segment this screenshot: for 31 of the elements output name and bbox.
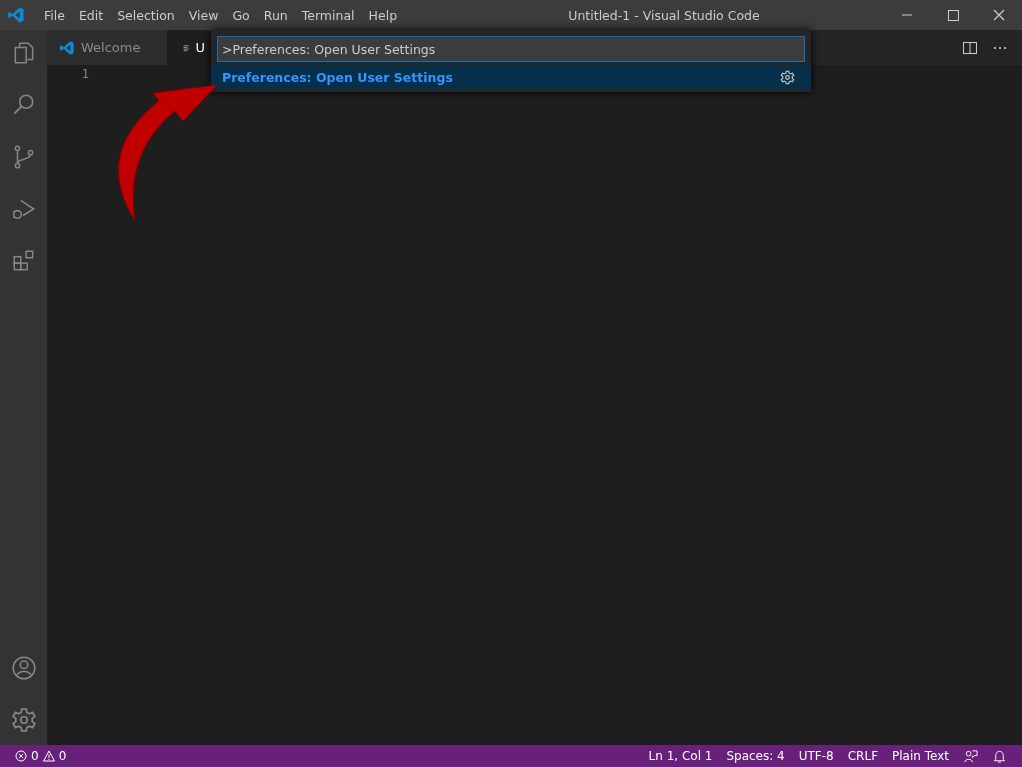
settings-icon[interactable] (780, 69, 795, 85)
status-item[interactable]: UTF-8 (791, 749, 841, 763)
text-file-icon (183, 42, 190, 53)
status-item[interactable]: CRLF (840, 749, 886, 763)
menu-item[interactable]: Run (256, 7, 295, 23)
menu-item[interactable]: Edit (71, 7, 111, 23)
status-item[interactable]: Spaces: 4 (719, 749, 792, 763)
error-icon (15, 750, 27, 762)
warning-icon (42, 750, 55, 762)
app-logo-icon (59, 39, 75, 56)
window-title: Untitled-1 - Visual Studio Code (568, 7, 760, 23)
feedback-icon[interactable] (963, 748, 978, 764)
status-item[interactable]: Plain Text (885, 749, 956, 763)
account-icon[interactable] (10, 655, 37, 681)
command-input[interactable]: >Preferences: Open User Settings (217, 36, 805, 62)
menu-item[interactable]: Selection (110, 7, 182, 23)
menu-item[interactable]: Help (361, 7, 405, 23)
bell-icon[interactable] (992, 748, 1007, 764)
split-editor-icon[interactable] (962, 39, 978, 56)
problems-status[interactable]: 0 0 (8, 749, 74, 763)
line-number: 1 (80, 67, 89, 81)
menu-item[interactable]: File (37, 7, 72, 23)
command-result[interactable]: Preferences: Open User Settings (211, 65, 811, 89)
editor-tab[interactable]: Welcome (47, 30, 167, 65)
app-logo-icon (7, 6, 25, 24)
menu-item[interactable]: Terminal (294, 7, 362, 23)
menu-item[interactable]: View (181, 7, 226, 23)
settings-icon[interactable] (10, 707, 37, 733)
status-item[interactable]: Ln 1, Col 1 (641, 749, 720, 763)
menu-item[interactable]: Go (225, 7, 257, 23)
editor-tab[interactable]: U (167, 30, 211, 65)
